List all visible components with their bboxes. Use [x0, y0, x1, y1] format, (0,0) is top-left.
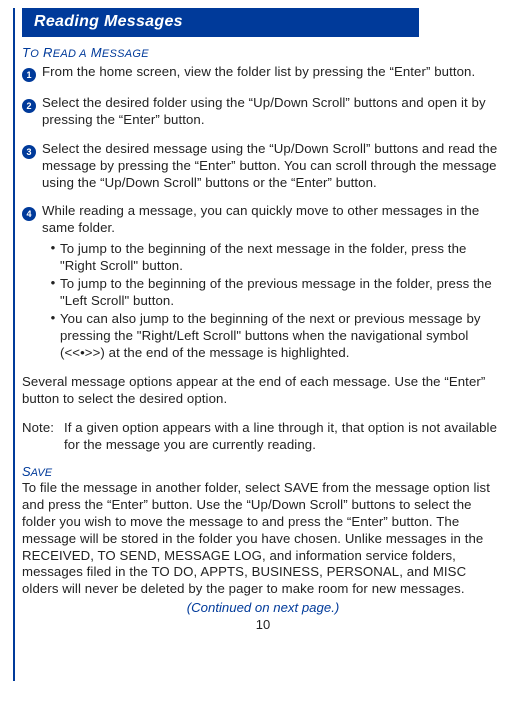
step-row: 1From the home screen, view the folder l…: [22, 64, 504, 83]
sub-item-text: To jump to the beginning of the next mes…: [60, 241, 504, 275]
sub-item-text: To jump to the beginning of the previous…: [60, 276, 504, 310]
read-after-paragraph: Several message options appear at the en…: [22, 374, 504, 408]
step-row: 3Select the desired message using the “U…: [22, 141, 504, 192]
step-text: Select the desired message using the “Up…: [42, 141, 504, 192]
header-block: Reading Messages: [22, 8, 419, 37]
bullet-dot-icon: •: [46, 276, 60, 291]
bullet-dot-icon: •: [46, 311, 60, 326]
bullet-dot-icon: •: [46, 241, 60, 256]
step-bullet-icon: 1: [22, 65, 42, 83]
step-row: 4While reading a message, you can quickl…: [22, 203, 504, 362]
note-label: Note:: [22, 420, 64, 454]
note-text: If a given option appears with a line th…: [64, 420, 504, 454]
step-text: From the home screen, view the folder li…: [42, 64, 504, 81]
step-bullet-icon: 4: [22, 204, 42, 222]
step-row: 2Select the desired folder using the “Up…: [22, 95, 504, 129]
section-save-heading: SAVE: [22, 464, 504, 479]
left-margin-rule: [13, 8, 15, 681]
header-title: Reading Messages: [24, 10, 419, 35]
section-read-heading: TO READ A MESSAGE: [22, 45, 504, 60]
sub-item: •You can also jump to the beginning of t…: [46, 311, 504, 362]
step-bullet-icon: 3: [22, 142, 42, 160]
note-row: Note: If a given option appears with a l…: [22, 420, 504, 454]
step-text: Select the desired folder using the “Up/…: [42, 95, 504, 129]
step-bullet-icon: 2: [22, 96, 42, 114]
page-content: Reading Messages TO READ A MESSAGE 1From…: [0, 0, 522, 632]
sub-item-text: You can also jump to the beginning of th…: [60, 311, 504, 362]
sub-item: •To jump to the beginning of the next me…: [46, 241, 504, 275]
page-number: 10: [22, 617, 504, 632]
sub-item: •To jump to the beginning of the previou…: [46, 276, 504, 310]
continued-label: (Continued on next page.): [22, 600, 504, 615]
step-sublist: •To jump to the beginning of the next me…: [46, 241, 504, 361]
step-text: While reading a message, you can quickly…: [42, 203, 504, 362]
save-paragraph: To file the message in another folder, s…: [22, 480, 504, 598]
